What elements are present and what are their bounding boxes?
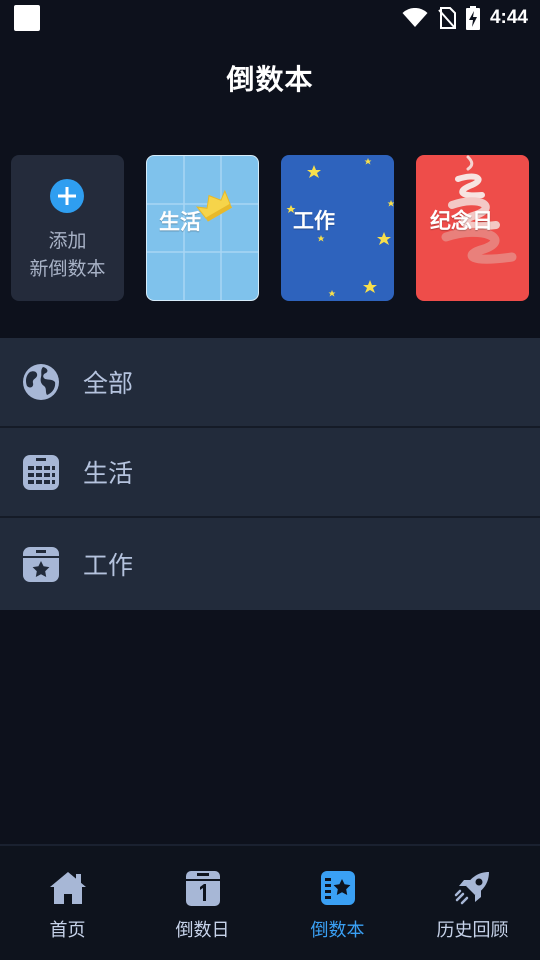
nav-label: 首页 bbox=[49, 920, 86, 941]
calendar-grid-icon bbox=[23, 455, 59, 490]
nav-home[interactable]: 首页 bbox=[0, 846, 135, 960]
nav-countdown-book[interactable]: 倒数本 bbox=[270, 846, 405, 960]
card-label-life: 生活 bbox=[159, 210, 201, 234]
no-sim-icon bbox=[438, 7, 456, 29]
notebook-list: 全部 生活 工作 bbox=[0, 338, 540, 610]
list-item-label: 工作 bbox=[83, 551, 134, 580]
notebook-cards: 添加 新倒数本 生活 工作 纪念日 bbox=[11, 155, 540, 301]
crown-icon bbox=[196, 189, 233, 222]
home-icon bbox=[49, 872, 86, 904]
page-title: 倒数本 bbox=[226, 63, 314, 96]
plus-icon bbox=[50, 179, 84, 213]
notebook-card-life[interactable]: 生活 bbox=[146, 155, 259, 301]
battery-charging-icon bbox=[465, 6, 480, 30]
notebook-card-work[interactable]: 工作 bbox=[281, 155, 394, 301]
status-icons: 4:44 bbox=[402, 6, 528, 30]
globe-icon bbox=[23, 364, 59, 400]
wifi-icon bbox=[402, 8, 428, 27]
list-item-label: 全部 bbox=[83, 369, 134, 398]
card-label-work: 工作 bbox=[293, 209, 335, 233]
add-notebook-label: 添加 新倒数本 bbox=[29, 230, 106, 280]
notification-icon bbox=[14, 5, 40, 31]
add-notebook-card[interactable]: 添加 新倒数本 bbox=[11, 155, 124, 301]
list-item-all[interactable]: 全部 bbox=[0, 338, 540, 428]
notebook-star-icon bbox=[320, 871, 355, 905]
notebook-card-anniversary[interactable]: 纪念日 bbox=[416, 155, 529, 301]
nav-history[interactable]: 历史回顾 bbox=[405, 846, 540, 960]
rocket-icon bbox=[454, 872, 489, 905]
bottom-nav: 首页 倒数日 倒数本 历史回顾 bbox=[0, 844, 540, 960]
list-item-label: 生活 bbox=[83, 459, 134, 488]
calendar-star-icon bbox=[23, 547, 59, 582]
list-item-life[interactable]: 生活 bbox=[0, 428, 540, 518]
nav-countdown-day[interactable]: 倒数日 bbox=[135, 846, 270, 960]
nav-label: 历史回顾 bbox=[436, 920, 509, 941]
nav-label: 倒数本 bbox=[310, 920, 365, 941]
list-item-work[interactable]: 工作 bbox=[0, 518, 540, 610]
status-time: 4:44 bbox=[489, 7, 528, 28]
status-bar: 4:44 bbox=[0, 0, 540, 36]
nav-label: 倒数日 bbox=[175, 920, 230, 941]
calendar-one-icon bbox=[185, 871, 220, 906]
card-label-anniversary: 纪念日 bbox=[430, 209, 493, 233]
